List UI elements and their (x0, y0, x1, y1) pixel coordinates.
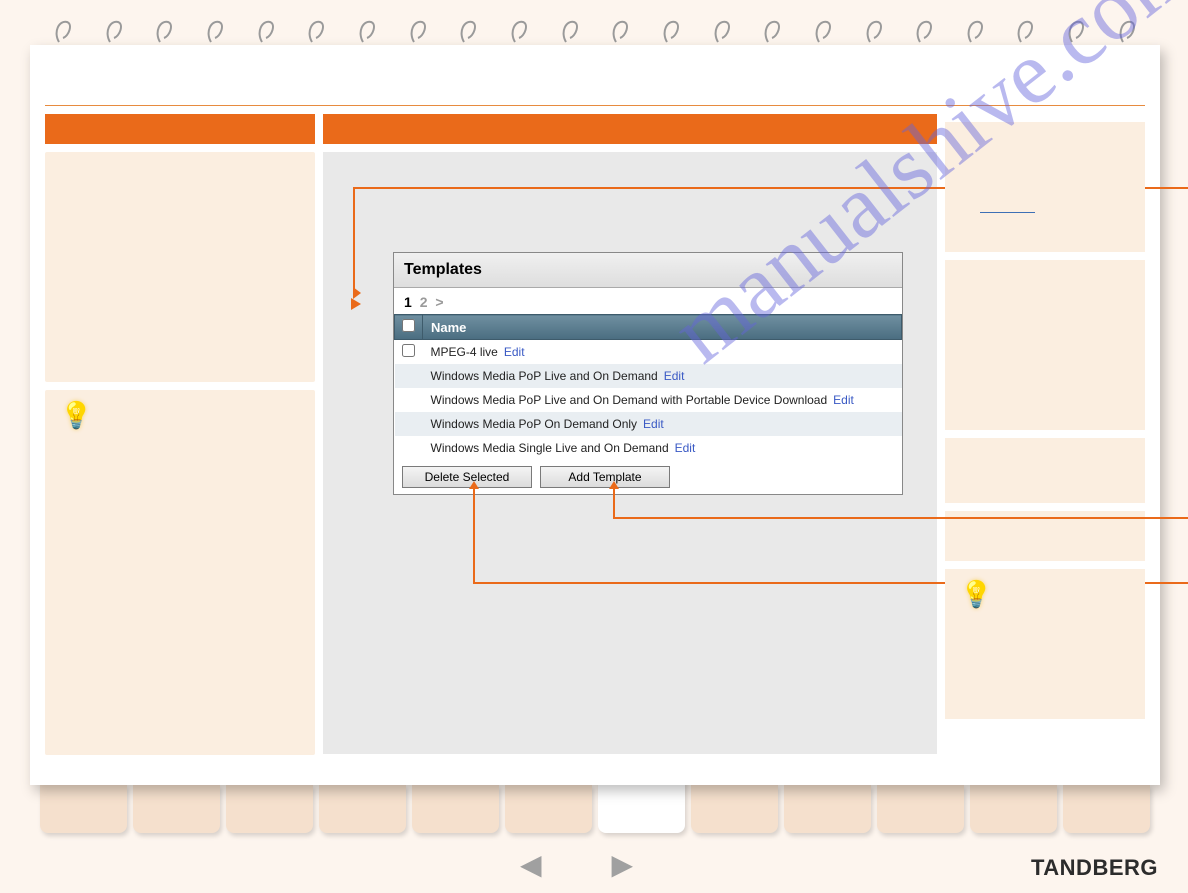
templates-panel: Templates 1 2 > Name (393, 252, 903, 495)
tab-5[interactable] (412, 785, 499, 833)
edit-link[interactable]: Edit (504, 345, 525, 359)
right-pane-1 (945, 122, 1145, 252)
brand-logo: TANDBERG (1031, 855, 1158, 881)
right-pane-5: 💡 (945, 569, 1145, 719)
row-checkbox-cell (395, 364, 423, 388)
page-card: 💡 Templates 1 2 > (30, 45, 1160, 785)
spiral-binding (30, 18, 1160, 48)
table-row: Windows Media PoP Live and On Demand Edit (395, 364, 902, 388)
template-name: Windows Media PoP Live and On Demand wit… (431, 393, 828, 407)
lightbulb-icon: 💡 (60, 400, 92, 431)
tab-12[interactable] (1063, 785, 1150, 833)
prev-page-icon[interactable]: ◀ (520, 848, 542, 881)
mid-header-bar (323, 114, 937, 144)
right-pane-2 (945, 260, 1145, 430)
table-row: Windows Media PoP On Demand Only Edit (395, 412, 902, 436)
row-name-cell: Windows Media PoP Live and On Demand Edit (423, 364, 902, 388)
template-name: MPEG-4 live (431, 345, 498, 359)
edit-link[interactable]: Edit (833, 393, 854, 407)
select-all-header (395, 315, 423, 340)
edit-link[interactable]: Edit (675, 441, 696, 455)
pager-page-1[interactable]: 1 (404, 294, 412, 310)
select-all-checkbox[interactable] (402, 319, 415, 332)
tab-8[interactable] (691, 785, 778, 833)
tab-4[interactable] (319, 785, 406, 833)
edit-link[interactable]: Edit (664, 369, 685, 383)
tab-1[interactable] (40, 785, 127, 833)
left-pane-1 (45, 152, 315, 382)
row-name-cell: Windows Media PoP Live and On Demand wit… (423, 388, 902, 412)
lightbulb-icon: 💡 (960, 579, 992, 610)
table-row: MPEG-4 live Edit (395, 340, 902, 365)
right-pane-4 (945, 511, 1145, 561)
tab-3[interactable] (226, 785, 313, 833)
bottom-tabs (40, 785, 1150, 833)
tab-9[interactable] (784, 785, 871, 833)
tab-11[interactable] (970, 785, 1057, 833)
row-name-cell: MPEG-4 live Edit (423, 340, 902, 365)
next-page-icon[interactable]: ▶ (612, 848, 634, 881)
template-name: Windows Media Single Live and On Demand (431, 441, 669, 455)
row-checkbox-cell (395, 412, 423, 436)
templates-table: Name MPEG-4 liveEditWindows Media PoP Li… (394, 314, 902, 460)
panel-title: Templates (394, 253, 902, 288)
tab-10[interactable] (877, 785, 964, 833)
table-row: Windows Media Single Live and On Demand E… (395, 436, 902, 460)
callout-arrowhead-pager (351, 298, 361, 310)
pager-next[interactable]: > (435, 294, 443, 310)
table-row: Windows Media PoP Live and On Demand wit… (395, 388, 902, 412)
screenshot-area: Templates 1 2 > Name (323, 152, 937, 754)
template-name: Windows Media PoP On Demand Only (431, 417, 638, 431)
row-checkbox-cell (395, 388, 423, 412)
tab-6[interactable] (505, 785, 592, 833)
left-pane-2: 💡 (45, 390, 315, 755)
row-name-cell: Windows Media PoP On Demand Only Edit (423, 412, 902, 436)
page-nav: ◀ ▶ (520, 848, 633, 881)
tab-7-active[interactable] (598, 779, 685, 833)
tab-2[interactable] (133, 785, 220, 833)
delete-selected-button[interactable]: Delete Selected (402, 466, 532, 488)
name-column-header: Name (423, 315, 902, 340)
right-pane-3 (945, 438, 1145, 503)
left-header-bar (45, 114, 315, 144)
row-checkbox[interactable] (402, 344, 415, 357)
pager: 1 2 > (394, 288, 902, 314)
row-checkbox-cell (395, 436, 423, 460)
pager-page-2[interactable]: 2 (420, 294, 428, 310)
edit-link[interactable]: Edit (643, 417, 664, 431)
add-template-button[interactable]: Add Template (540, 466, 670, 488)
divider (45, 105, 1145, 106)
link-underline (980, 212, 1035, 213)
row-name-cell: Windows Media Single Live and On Demand E… (423, 436, 902, 460)
row-checkbox-cell (395, 340, 423, 365)
template-name: Windows Media PoP Live and On Demand (431, 369, 658, 383)
